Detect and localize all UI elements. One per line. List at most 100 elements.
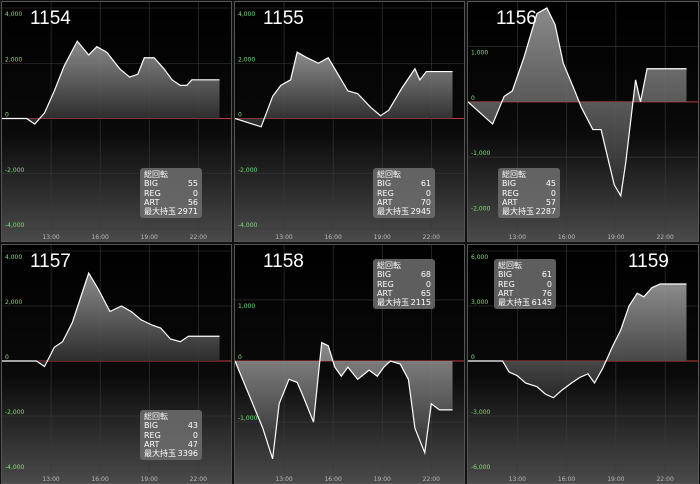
stats-title-label: 総回転	[498, 261, 522, 270]
stats-reg-label: REG	[498, 279, 515, 289]
x-tick-label: 22:00	[423, 234, 440, 241]
stats-art-label: ART	[377, 197, 393, 207]
stats-reg: REG 0	[377, 280, 431, 289]
y-tick-label: 4,000	[5, 11, 22, 18]
stats-reg: REG 0	[377, 189, 431, 198]
stats-max-label: 最大持玉	[144, 449, 176, 459]
stats-art: ART 56	[144, 198, 198, 207]
y-tick-label: 2,000	[5, 299, 22, 306]
stats-big-value: 43	[187, 421, 198, 431]
stats-max: 最大持玉 2115	[377, 298, 431, 307]
stats-title-label: 総回転	[377, 170, 401, 179]
series-area	[2, 273, 220, 367]
stats-reg-value: 0	[192, 430, 198, 440]
stats-big-label: BIG	[144, 179, 159, 189]
chart-panel-1159: 6,000 3,000 0 -3,000 -6,000 13:00 16:00 19:00 22…	[467, 244, 699, 484]
y-tick-label: -3,000	[471, 409, 491, 416]
stats-reg-label: REG	[144, 430, 161, 440]
x-tick-label: 16:00	[558, 234, 575, 241]
chart-panel-1155: 4,000 2,000 0 -2,000 -4,000 13:00 16:00 19:00 22…	[234, 1, 465, 242]
y-tick-label: 2,000	[5, 56, 22, 63]
machine-number: 1156	[496, 8, 537, 29]
stats-big-label: BIG	[377, 179, 392, 189]
machine-number: 1154	[30, 8, 71, 29]
stats-box: 総回転 BIG 43 REG 0 ART 47 最大持玉 3396	[140, 410, 202, 461]
chart-grid: 4,000 2,000 0 -2,000 -4,000 13:00 16:00 19:00 22…	[0, 0, 700, 484]
x-tick-label: 19:00	[141, 476, 158, 483]
x-tick-label: 19:00	[374, 476, 391, 483]
y-tick-label: 6,000	[471, 254, 488, 261]
stats-title-label: 総回転	[502, 170, 526, 179]
stats-max-value: 2971	[177, 207, 198, 217]
stats-art-value: 57	[545, 197, 556, 207]
stats-big-label: BIG	[498, 270, 513, 280]
y-tick-label: 4,000	[238, 11, 255, 18]
stats-max-label: 最大持玉	[377, 207, 409, 217]
x-tick-label: 16:00	[91, 234, 108, 241]
x-tick-label: 19:00	[141, 234, 158, 241]
y-tick-label: -2,000	[471, 205, 491, 212]
stats-art-label: ART	[502, 197, 518, 207]
x-tick-label: 16:00	[558, 476, 575, 483]
stats-big-value: 61	[420, 179, 431, 189]
stats-art-label: ART	[144, 439, 160, 449]
stats-max: 最大持玉 6145	[498, 298, 552, 307]
y-tick-label: 4,000	[5, 254, 22, 261]
stats-max-label: 最大持玉	[144, 207, 176, 217]
stats-title-label: 総回転	[377, 261, 401, 270]
stats-box: 総回転 BIG 68 REG 0 ART 65 最大持玉 2115	[373, 259, 435, 310]
stats-box: 総回転 BIG 61 REG 0 ART 76 最大持玉 6145	[494, 259, 556, 310]
stats-art: ART 65	[377, 289, 431, 298]
x-tick-label: 22:00	[190, 476, 207, 483]
stats-art: ART 47	[144, 440, 198, 449]
stats-title: 総回転	[144, 170, 198, 179]
y-tick-label: 1,000	[471, 50, 488, 57]
y-tick-label: -6,000	[471, 464, 491, 471]
stats-reg-label: REG	[377, 279, 394, 289]
y-tick-label: 0	[471, 354, 475, 361]
stats-art-value: 56	[187, 197, 198, 207]
stats-title: 総回転	[502, 170, 556, 179]
stats-art: ART 57	[502, 198, 556, 207]
y-tick-label: 1,000	[238, 303, 255, 310]
series-area	[2, 41, 220, 125]
stats-reg: REG 0	[144, 189, 198, 198]
stats-reg: REG 0	[144, 431, 198, 440]
stats-reg-label: REG	[502, 188, 519, 198]
stats-reg: REG 0	[502, 189, 556, 198]
stats-art: ART 70	[377, 198, 431, 207]
stats-big-value: 55	[187, 179, 198, 189]
stats-big-label: BIG	[377, 270, 392, 280]
x-tick-label: 16:00	[324, 234, 341, 241]
x-tick-label: 13:00	[275, 234, 292, 241]
stats-reg: REG 0	[498, 280, 552, 289]
chart-panel-1157: 4,000 2,000 0 -2,000 -4,000 13:00 16:00 19:00 22…	[1, 244, 232, 484]
x-tick-label: 22:00	[190, 234, 207, 241]
x-tick-label: 22:00	[656, 234, 673, 241]
x-tick-label: 13:00	[509, 234, 526, 241]
stats-art-value: 76	[541, 288, 552, 298]
stats-art-value: 70	[420, 197, 431, 207]
x-tick-label: 16:00	[91, 476, 108, 483]
stats-reg-value: 0	[425, 279, 431, 289]
y-tick-label: -2,000	[5, 409, 25, 416]
stats-box: 総回転 BIG 61 REG 0 ART 70 最大持玉 2945	[373, 168, 435, 219]
stats-max-value: 2945	[410, 207, 431, 217]
stats-big-value: 45	[545, 179, 556, 189]
chart-panel-1158: 1,000 0 -1,000 13:00 16:00 19:00 22:00 1158 総回転 B…	[234, 244, 465, 484]
y-tick-label: 0	[471, 95, 475, 102]
stats-max-label: 最大持玉	[377, 298, 409, 308]
machine-number: 1158	[263, 251, 304, 272]
stats-big: BIG 43	[144, 421, 198, 430]
stats-max-value: 2287	[535, 207, 556, 217]
stats-big: BIG 61	[377, 179, 431, 188]
chart-panel-1154: 4,000 2,000 0 -2,000 -4,000 13:00 16:00 19:00 22…	[1, 1, 232, 242]
stats-title-label: 総回転	[144, 170, 168, 179]
stats-reg-value: 0	[550, 188, 556, 198]
y-tick-label: -2,000	[238, 167, 258, 174]
stats-art-value: 47	[187, 439, 198, 449]
y-tick-label: 0	[5, 354, 9, 361]
x-tick-label: 13:00	[42, 476, 59, 483]
stats-big: BIG 55	[144, 179, 198, 188]
y-tick-label: -4,000	[238, 222, 258, 229]
